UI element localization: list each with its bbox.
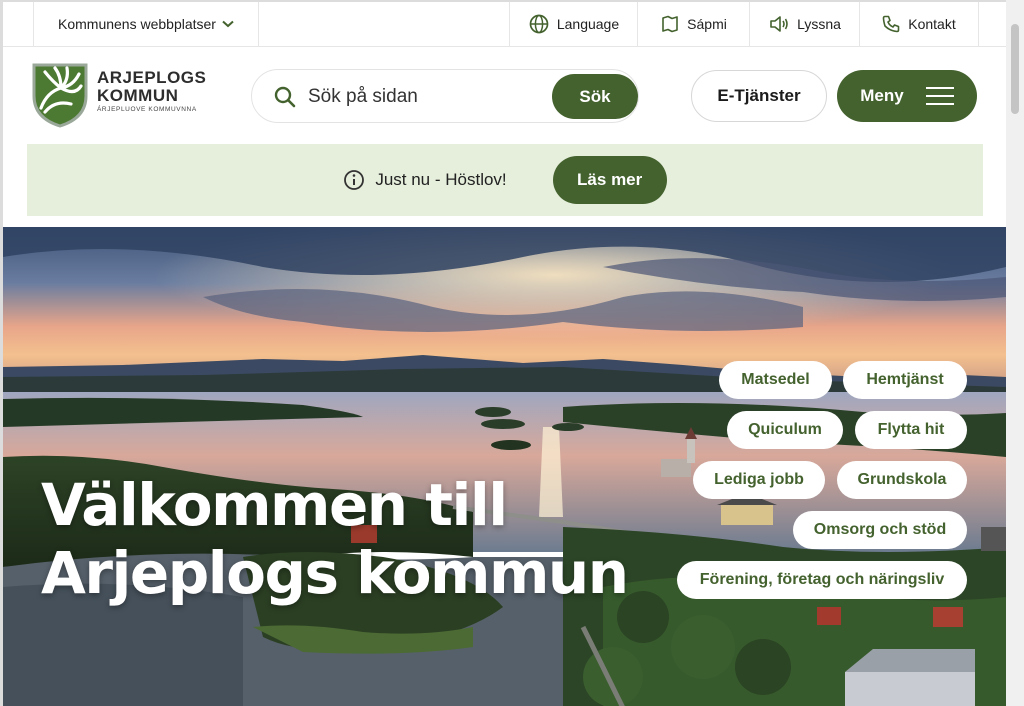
logo-text-line2: KOMMUN [97, 86, 179, 105]
logo-text-line3: ÁRJEPLUOVE KOMMUVNNA [97, 106, 197, 113]
sapmi-link[interactable]: Sápmi [637, 2, 750, 46]
quicklink-omsorg-och-stod[interactable]: Omsorg och stöd [793, 511, 967, 549]
listen-label: Lyssna [797, 16, 841, 32]
menu-label: Meny [860, 86, 904, 105]
search-button[interactable]: Sök [552, 74, 638, 119]
quicklink-lediga-jobb[interactable]: Lediga jobb [693, 461, 825, 499]
logo-text-line1: ARJEPLOGS [97, 68, 207, 87]
contact-link[interactable]: Kontakt [859, 2, 979, 46]
search-bar: Sök [251, 69, 639, 123]
hero-title: Välkommen till Arjeplogs kommun [41, 471, 641, 607]
hero-title-line1: Välkommen till [41, 471, 508, 539]
phone-icon [882, 15, 900, 33]
coat-of-arms-icon [32, 63, 88, 128]
notice-text: Just nu - Höstlov! [375, 170, 507, 189]
menu-button[interactable]: Meny [837, 70, 977, 122]
site-logo[interactable]: ARJEPLOGS KOMMUN ÁRJEPLUOVE KOMMUVNNA [31, 62, 211, 130]
globe-icon [529, 14, 549, 34]
notice-banner: Just nu - Höstlov! Läs mer [27, 144, 983, 216]
sapmi-label: Sápmi [687, 16, 727, 32]
scrollbar-thumb[interactable] [1011, 24, 1019, 114]
language-link[interactable]: Language [509, 2, 638, 46]
quicklink-forening-foretag[interactable]: Förening, företag och näringsliv [677, 561, 967, 599]
info-icon [344, 170, 365, 190]
language-label: Language [556, 16, 620, 32]
hero-section: Välkommen till Arjeplogs kommun Matsedel… [3, 227, 1006, 706]
quicklink-quiculum[interactable]: Quiculum [727, 411, 843, 449]
municipal-sites-label: Kommunens webbplatser [58, 16, 216, 32]
quicklink-flytta-hit[interactable]: Flytta hit [855, 411, 967, 449]
quicklink-matsedel[interactable]: Matsedel [719, 361, 832, 399]
hero-title-line2: Arjeplogs kommun [41, 539, 629, 607]
search-input[interactable] [306, 83, 540, 111]
speaker-icon [770, 16, 788, 32]
utility-bar: Kommunens webbplatser Language Sápmi Lys… [3, 2, 1006, 47]
municipal-sites-dropdown[interactable]: Kommunens webbplatser [33, 2, 259, 46]
page-scrollbar[interactable] [1006, 0, 1024, 706]
hamburger-icon [925, 87, 954, 105]
search-icon [274, 86, 296, 108]
map-icon [662, 15, 678, 33]
listen-link[interactable]: Lyssna [749, 2, 860, 46]
read-more-button[interactable]: Läs mer [552, 156, 667, 204]
chevron-down-icon [222, 20, 234, 28]
quicklink-hemtjanst[interactable]: Hemtjänst [843, 361, 967, 399]
page: Kommunens webbplatser Language Sápmi Lys… [3, 2, 1006, 706]
e-services-button[interactable]: E-Tjänster [691, 70, 827, 122]
quicklink-grundskola[interactable]: Grundskola [837, 461, 967, 499]
contact-label: Kontakt [908, 16, 956, 32]
